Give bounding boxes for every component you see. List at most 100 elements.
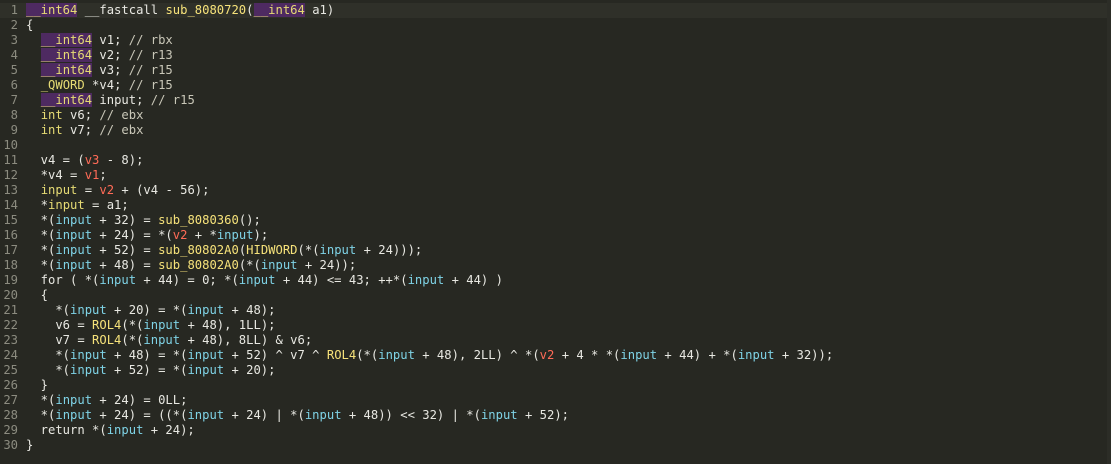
code-line[interactable]: 1 __int64 __fastcall sub_8080720(__int64 … bbox=[0, 3, 1111, 18]
code-token-input[interactable]: input bbox=[378, 348, 415, 362]
code-text[interactable]: *(input + 52) = *(input + 20); bbox=[22, 363, 1111, 378]
code-token-arg[interactable]: v2 bbox=[173, 228, 188, 242]
code-text[interactable]: input = v2 + (v4 - 56); bbox=[22, 183, 1111, 198]
code-token-input[interactable]: input bbox=[481, 408, 518, 422]
pseudocode-editor[interactable]: 1 __int64 __fastcall sub_8080720(__int64 … bbox=[0, 3, 1111, 464]
code-line[interactable]: 21 *(input + 20) = *(input + 48); bbox=[0, 303, 1111, 318]
code-text[interactable]: for ( *(input + 44) = 0; *(input + 44) <… bbox=[22, 273, 1111, 288]
code-line[interactable]: 13 input = v2 + (v4 - 56); bbox=[0, 183, 1111, 198]
code-token-input[interactable]: input bbox=[187, 348, 224, 362]
code-line[interactable]: 7 __int64 input; // r15 bbox=[0, 93, 1111, 108]
code-token-input[interactable]: input bbox=[261, 258, 298, 272]
code-token-input[interactable]: input bbox=[143, 318, 180, 332]
code-text[interactable]: __int64 __fastcall sub_8080720(__int64 a… bbox=[22, 3, 1111, 18]
code-text[interactable]: { bbox=[22, 288, 1111, 303]
code-line[interactable]: 15 *(input + 32) = sub_8080360(); bbox=[0, 213, 1111, 228]
code-line[interactable]: 19 for ( *(input + 44) = 0; *(input + 44… bbox=[0, 273, 1111, 288]
code-text[interactable]: v7 = ROL4(*(input + 48), 8LL) & v6; bbox=[22, 333, 1111, 348]
code-text[interactable]: *input = a1; bbox=[22, 198, 1111, 213]
code-line[interactable]: 22 v6 = ROL4(*(input + 48), 1LL); bbox=[0, 318, 1111, 333]
code-token-func[interactable]: sub_80802A0 bbox=[158, 258, 239, 272]
code-text[interactable]: v4 = (v3 - 8); bbox=[22, 153, 1111, 168]
code-line[interactable]: 11 v4 = (v3 - 8); bbox=[0, 153, 1111, 168]
code-token-input[interactable]: input bbox=[187, 408, 224, 422]
code-text[interactable]: *(input + 24) = *(v2 + *input); bbox=[22, 228, 1111, 243]
code-text[interactable]: } bbox=[22, 378, 1111, 393]
code-line[interactable]: 3 __int64 v1; // rbx bbox=[0, 33, 1111, 48]
code-line[interactable]: 6 _QWORD *v4; // r15 bbox=[0, 78, 1111, 93]
code-text[interactable]: *(input + 52) = sub_80802A0(HIDWORD(*(in… bbox=[22, 243, 1111, 258]
code-line[interactable]: 30} bbox=[0, 438, 1111, 453]
vertical-scrollbar[interactable] bbox=[1107, 0, 1111, 464]
code-token-input[interactable]: input bbox=[107, 423, 144, 437]
code-line[interactable]: 26 } bbox=[0, 378, 1111, 393]
code-line[interactable]: 25 *(input + 52) = *(input + 20); bbox=[0, 363, 1111, 378]
code-text[interactable]: __int64 v1; // rbx bbox=[22, 33, 1111, 48]
code-token-input[interactable]: input bbox=[55, 408, 92, 422]
code-text[interactable]: *(input + 32) = sub_8080360(); bbox=[22, 213, 1111, 228]
code-line[interactable]: 17 *(input + 52) = sub_80802A0(HIDWORD(*… bbox=[0, 243, 1111, 258]
code-token-input[interactable]: input bbox=[70, 303, 107, 317]
code-line[interactable]: 2{ bbox=[0, 18, 1111, 33]
code-token-input[interactable]: input bbox=[70, 363, 107, 377]
code-line[interactable]: 16 *(input + 24) = *(v2 + *input); bbox=[0, 228, 1111, 243]
code-token-input[interactable]: input bbox=[70, 348, 107, 362]
code-token-arg[interactable]: v2 bbox=[99, 183, 114, 197]
code-line[interactable]: 27 *(input + 24) = 0LL; bbox=[0, 393, 1111, 408]
code-line[interactable]: 12 *v4 = v1; bbox=[0, 168, 1111, 183]
code-token-input[interactable]: input bbox=[239, 273, 276, 287]
code-line[interactable]: 20 { bbox=[0, 288, 1111, 303]
code-token-input[interactable]: input bbox=[187, 363, 224, 377]
code-text[interactable]: int v7; // ebx bbox=[22, 123, 1111, 138]
code-token-arg[interactable]: v2 bbox=[540, 348, 555, 362]
code-text[interactable]: return *(input + 24); bbox=[22, 423, 1111, 438]
code-token-input[interactable]: input bbox=[143, 333, 180, 347]
code-token-input[interactable]: input bbox=[55, 243, 92, 257]
code-line[interactable]: 5 __int64 v3; // r15 bbox=[0, 63, 1111, 78]
code-text[interactable]: *(input + 48) = sub_80802A0(*(input + 24… bbox=[22, 258, 1111, 273]
code-token-input[interactable]: input bbox=[620, 348, 657, 362]
code-text[interactable]: *(input + 24) = ((*(input + 24) | *(inpu… bbox=[22, 408, 1111, 423]
code-token-input[interactable]: input bbox=[187, 303, 224, 317]
code-text[interactable]: *(input + 48) = *(input + 52) ^ v7 ^ ROL… bbox=[22, 348, 1111, 363]
code-line[interactable]: 29 return *(input + 24); bbox=[0, 423, 1111, 438]
code-text[interactable]: { bbox=[22, 18, 1111, 33]
code-text[interactable]: __int64 v2; // r13 bbox=[22, 48, 1111, 63]
code-text[interactable]: __int64 input; // r15 bbox=[22, 93, 1111, 108]
code-line[interactable]: 14 *input = a1; bbox=[0, 198, 1111, 213]
code-token-input[interactable]: input bbox=[55, 393, 92, 407]
code-text[interactable]: *(input + 20) = *(input + 48); bbox=[22, 303, 1111, 318]
code-line[interactable]: 23 v7 = ROL4(*(input + 48), 8LL) & v6; bbox=[0, 333, 1111, 348]
code-text[interactable]: *v4 = v1; bbox=[22, 168, 1111, 183]
code-token-func[interactable]: sub_80802A0 bbox=[158, 243, 239, 257]
code-token-input[interactable]: input bbox=[320, 243, 357, 257]
code-token-input[interactable]: input bbox=[305, 408, 342, 422]
code-line[interactable]: 18 *(input + 48) = sub_80802A0(*(input +… bbox=[0, 258, 1111, 273]
code-line[interactable]: 8 int v6; // ebx bbox=[0, 108, 1111, 123]
code-token-input[interactable]: input bbox=[55, 213, 92, 227]
code-text[interactable]: *(input + 24) = 0LL; bbox=[22, 393, 1111, 408]
code-token-func[interactable]: sub_8080360 bbox=[158, 213, 239, 227]
code-line[interactable]: 24 *(input + 48) = *(input + 52) ^ v7 ^ … bbox=[0, 348, 1111, 363]
code-token-input[interactable]: input bbox=[55, 258, 92, 272]
code-text[interactable]: int v6; // ebx bbox=[22, 108, 1111, 123]
code-text[interactable]: __int64 v3; // r15 bbox=[22, 63, 1111, 78]
code-token-arg[interactable]: v3 bbox=[85, 153, 100, 167]
code-text[interactable] bbox=[22, 138, 1111, 153]
code-token-input[interactable]: input bbox=[99, 273, 136, 287]
code-token-input[interactable]: input bbox=[217, 228, 254, 242]
code-text[interactable]: } bbox=[22, 438, 1111, 453]
code-token-input[interactable]: input bbox=[55, 228, 92, 242]
code-token-func[interactable]: sub_8080720 bbox=[165, 3, 246, 17]
code-text[interactable]: v6 = ROL4(*(input + 48), 1LL); bbox=[22, 318, 1111, 333]
code-token-func[interactable]: ROL4 bbox=[92, 333, 121, 347]
code-token-func[interactable]: ROL4 bbox=[327, 348, 356, 362]
code-line[interactable]: 28 *(input + 24) = ((*(input + 24) | *(i… bbox=[0, 408, 1111, 423]
code-text[interactable]: _QWORD *v4; // r15 bbox=[22, 78, 1111, 93]
code-line[interactable]: 9 int v7; // ebx bbox=[0, 123, 1111, 138]
code-line[interactable]: 10 bbox=[0, 138, 1111, 153]
code-token-arg[interactable]: v1 bbox=[85, 168, 100, 182]
code-token-func[interactable]: HIDWORD bbox=[246, 243, 297, 257]
code-token-input[interactable]: input bbox=[738, 348, 775, 362]
code-token-func[interactable]: ROL4 bbox=[92, 318, 121, 332]
